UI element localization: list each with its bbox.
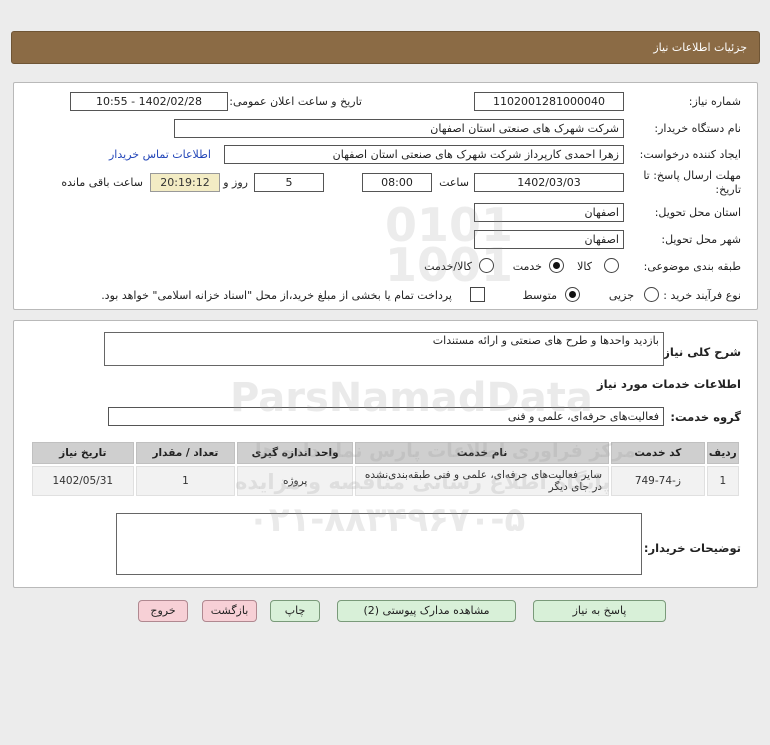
service-group-field: فعالیت‌های حرفه‌ای، علمی و فنی [108, 407, 664, 426]
announce-field: 1402/02/28 - 10:55 [70, 92, 228, 111]
deadline-label: مهلت ارسال پاسخ: تا [643, 169, 741, 182]
summary-label: شرح کلی نیاز: [658, 345, 741, 359]
process-option-minor: جزیی [608, 289, 634, 302]
process-radio-minor[interactable] [644, 287, 659, 302]
cell-unit: پروژه [237, 466, 354, 496]
col-row: ردیف [706, 442, 739, 464]
need-details-panel: شماره نیاز: 1102001281000040 تاریخ و ساع… [13, 82, 758, 310]
delivery-province-label: استان محل تحویل: [654, 206, 741, 219]
category-label: طبقه بندی موضوعی: [643, 260, 741, 273]
reply-to-need-button[interactable]: پاسخ به نیاز [533, 600, 666, 622]
deadline-time-label: ساعت [439, 176, 469, 189]
need-number-field: 1102001281000040 [474, 92, 624, 111]
view-attachments-button[interactable]: مشاهده مدارک پیوستی (2) [337, 600, 516, 622]
category-radio-goods-service[interactable] [479, 258, 494, 273]
summary-field: بازدید واحدها و طرح های صنعتی و ارائه مس… [104, 332, 664, 366]
cell-service-code: ز-74-749 [611, 466, 705, 496]
page-title: جزئیات اطلاعات نیاز [653, 41, 747, 54]
services-table: ردیف کد خدمت نام خدمت واحد اندازه گیری ت… [30, 440, 741, 498]
category-option-service: خدمت [512, 260, 542, 273]
col-unit: واحد اندازه گیری [237, 442, 354, 464]
deadline-label-date: تاریخ: [715, 183, 741, 196]
process-radio-medium[interactable] [565, 287, 580, 302]
exit-button[interactable]: خروج [138, 600, 188, 622]
col-quantity: تعداد / مقدار [135, 442, 236, 464]
col-need-date: تاریخ نیاز [32, 442, 134, 464]
treasury-payment-checkbox[interactable] [470, 287, 485, 302]
remaining-label: ساعت باقی مانده [61, 176, 143, 189]
cell-row: 1 [706, 466, 739, 496]
page-title-bar: جزئیات اطلاعات نیاز [11, 31, 760, 64]
days-label: روز و [223, 176, 248, 189]
payment-note: پرداخت تمام یا بخشی از مبلغ خرید،از محل … [101, 289, 452, 302]
category-option-goods: کالا [577, 260, 592, 273]
category-radio-goods[interactable] [604, 258, 619, 273]
deadline-date-field: 1402/03/03 [474, 173, 624, 192]
delivery-city-label: شهر محل تحویل: [661, 233, 741, 246]
category-option-goods-service: کالا/خدمت [424, 260, 472, 273]
delivery-province-field: اصفهان [474, 203, 624, 222]
process-label: نوع فرآیند خرید : [663, 289, 741, 302]
deadline-time-field: 08:00 [362, 173, 432, 192]
services-section-title: اطلاعات خدمات مورد نیاز [597, 377, 741, 391]
print-button[interactable]: چاپ [270, 600, 320, 622]
table-header-row: ردیف کد خدمت نام خدمت واحد اندازه گیری ت… [32, 442, 739, 464]
buyer-org-label: نام دستگاه خریدار: [654, 122, 741, 135]
requester-label: ایجاد کننده درخواست: [639, 148, 741, 161]
back-button[interactable]: بازگشت [202, 600, 257, 622]
process-option-medium: متوسط [522, 289, 557, 302]
delivery-city-field: اصفهان [474, 230, 624, 249]
col-service-code: کد خدمت [611, 442, 705, 464]
need-number-label: شماره نیاز: [688, 95, 741, 108]
buyer-notes-label: توضیحات خریدار: [643, 541, 741, 555]
table-row: 1 ز-74-749 سایر فعالیت‌های حرفه‌ای، علمی… [32, 466, 739, 496]
cell-quantity: 1 [135, 466, 236, 496]
cell-service-name: سایر فعالیت‌های حرفه‌ای، علمی و فنی طبقه… [355, 466, 610, 496]
col-service-name: نام خدمت [355, 442, 610, 464]
days-field: 5 [254, 173, 324, 192]
cell-need-date: 1402/05/31 [32, 466, 134, 496]
services-panel: شرح کلی نیاز: بازدید واحدها و طرح های صن… [13, 320, 758, 588]
remaining-time-field: 20:19:12 [150, 173, 220, 192]
announce-label: تاریخ و ساعت اعلان عمومی: [229, 95, 362, 108]
service-group-label: گروه خدمت: [670, 410, 741, 424]
buyer-notes-field [116, 513, 642, 575]
requester-field: زهرا احمدی کارپرداز شرکت شهرک های صنعتی … [224, 145, 624, 164]
buyer-org-field: شرکت شهرک های صنعتی استان اصفهان [174, 119, 624, 138]
contact-buyer-link[interactable]: اطلاعات تماس خریدار [109, 148, 211, 161]
category-radio-service[interactable] [549, 258, 564, 273]
